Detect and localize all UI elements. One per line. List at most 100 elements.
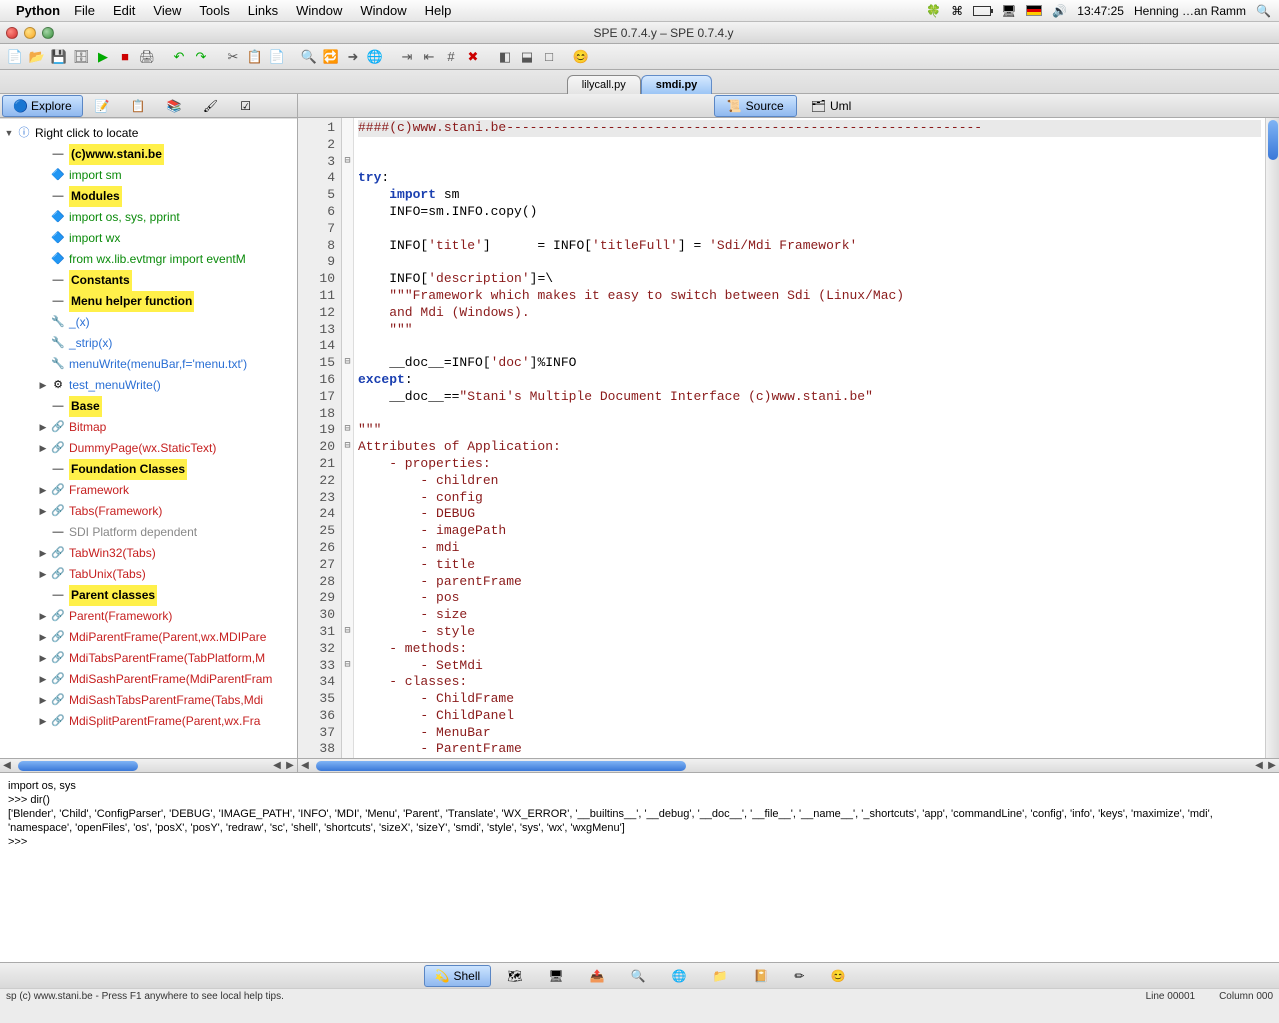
tree-item[interactable]: —Base (2, 396, 295, 417)
uncomment-icon[interactable]: ✖ (464, 48, 482, 66)
tree-item[interactable]: —Foundation Classes (2, 459, 295, 480)
shell-tab[interactable]: 💫 Shell (424, 965, 492, 987)
tree-item[interactable]: ▶🔗MdiSplitParentFrame(Parent,wx.Fra (2, 711, 295, 732)
tree-item[interactable]: ▶🔗TabUnix(Tabs) (2, 564, 295, 585)
disclosure-triangle-icon[interactable]: ▼ (2, 123, 16, 144)
window-minimize-button[interactable] (24, 27, 36, 39)
file-tab-lilycall[interactable]: lilycall.py (567, 75, 641, 94)
tree-item[interactable]: ▶🔗Parent(Framework) (2, 606, 295, 627)
run-icon[interactable]: ▶ (94, 48, 112, 66)
outline-tree[interactable]: ▼ ⓘ Right click to locate —(c)www.stani.… (0, 118, 297, 758)
disclosure-triangle-icon[interactable]: ▶ (36, 417, 50, 438)
disclosure-triangle-icon[interactable]: ▶ (36, 480, 50, 501)
left-tb-todo-icon[interactable]: 📋 (121, 96, 155, 116)
browser-tab-icon[interactable]: 🌐 (662, 966, 697, 986)
tree-item[interactable]: ▶🔗Framework (2, 480, 295, 501)
left-tb-browse-icon[interactable]: 🖌 (193, 96, 227, 116)
disclosure-triangle-icon[interactable]: ▶ (36, 606, 50, 627)
console[interactable]: import os, sys>>> dir()['Blender', 'Chil… (0, 772, 1279, 962)
tree-item[interactable]: 🔧_strip(x) (2, 333, 295, 354)
editor-hscrollbar[interactable]: ◀ ◀ ▶ (298, 758, 1279, 772)
menu-file[interactable]: File (74, 3, 95, 18)
tree-root[interactable]: ▼ ⓘ Right click to locate (2, 123, 295, 144)
undo-icon[interactable]: ↶ (170, 48, 188, 66)
script-menu-icon[interactable]: ⌘ (951, 4, 963, 18)
scroll-right2-icon[interactable]: ▶ (1266, 760, 1278, 772)
menu-links[interactable]: Links (248, 3, 278, 18)
app-name[interactable]: Python (16, 3, 60, 18)
notes-tab-icon[interactable]: ✏ (784, 966, 814, 986)
leaf-menu-icon[interactable]: 🍀 (926, 4, 941, 18)
output-icon[interactable]: 📤 (580, 966, 615, 986)
paste-icon[interactable]: 📄 (268, 48, 286, 66)
split-v-icon[interactable]: ⬓ (518, 48, 536, 66)
uml-tab[interactable]: 🗂 Uml (799, 96, 864, 116)
tree-item[interactable]: ▶🔗MdiSashParentFrame(MdiParentFram (2, 669, 295, 690)
find-tab-icon[interactable]: 🔍 (621, 966, 656, 986)
disclosure-triangle-icon[interactable]: ▶ (36, 627, 50, 648)
menu-view[interactable]: View (153, 3, 181, 18)
tree-item[interactable]: —Constants (2, 270, 295, 291)
tree-item[interactable]: ▶🔗Tabs(Framework) (2, 501, 295, 522)
disclosure-triangle-icon[interactable]: ▶ (36, 501, 50, 522)
tree-item[interactable]: ▶🔗MdiParentFrame(Parent,wx.MDIPare (2, 627, 295, 648)
disclosure-triangle-icon[interactable]: ▶ (36, 648, 50, 669)
source-tab[interactable]: 📜 Source (714, 95, 797, 117)
display-menu-icon[interactable]: 🖥 (1001, 4, 1016, 18)
tree-item[interactable]: 🔷import sm (2, 165, 295, 186)
menu-edit[interactable]: Edit (113, 3, 135, 18)
tree-item[interactable]: —Modules (2, 186, 295, 207)
tree-item[interactable]: 🔧_(x) (2, 312, 295, 333)
save-all-icon[interactable]: 🗄 (72, 48, 90, 66)
disclosure-triangle-icon[interactable]: ▶ (36, 690, 50, 711)
user-name[interactable]: Henning …an Ramm (1134, 4, 1246, 18)
tree-item[interactable]: —Menu helper function (2, 291, 295, 312)
menu-window-2[interactable]: Window (360, 3, 406, 18)
editor-vscrollbar[interactable] (1265, 118, 1279, 758)
spotlight-icon[interactable]: 🔍 (1256, 4, 1271, 18)
code-area[interactable]: ####(c)www.stani.be---------------------… (354, 118, 1265, 758)
fold-column[interactable]: ⊟ ⊟ ⊟ ⊟ ⊟ ⊟ (342, 118, 354, 758)
tree-item[interactable]: 🔧menuWrite(menuBar,f='menu.txt') (2, 354, 295, 375)
battery-icon[interactable] (973, 6, 991, 16)
menu-window-1[interactable]: Window (296, 3, 342, 18)
session-icon[interactable]: 🖥 (538, 966, 573, 986)
disclosure-triangle-icon[interactable]: ▶ (36, 564, 50, 585)
disclosure-triangle-icon[interactable]: ▶ (36, 711, 50, 732)
split-h-icon[interactable]: ◧ (496, 48, 514, 66)
tree-item[interactable]: 🔷from wx.lib.evtmgr import eventM (2, 249, 295, 270)
tree-item[interactable]: —Parent classes (2, 585, 295, 606)
replace-icon[interactable]: 🔁 (322, 48, 340, 66)
tree-item[interactable]: —(c)www.stani.be (2, 144, 295, 165)
unsplit-icon[interactable]: □ (540, 48, 558, 66)
new-file-icon[interactable]: 📄 (6, 48, 24, 66)
menu-help[interactable]: Help (425, 3, 452, 18)
file-tab-smdi[interactable]: smdi.py (641, 75, 713, 94)
tree-item[interactable]: ▶🔗TabWin32(Tabs) (2, 543, 295, 564)
comment-icon[interactable]: # (442, 48, 460, 66)
left-tb-index-icon[interactable]: 📚 (157, 96, 191, 116)
todo-tab-icon[interactable]: 📔 (743, 966, 778, 986)
tree-item[interactable]: ▶🔗Bitmap (2, 417, 295, 438)
cut-icon[interactable]: ✂ (224, 48, 242, 66)
recent-tab-icon[interactable]: 📁 (703, 966, 738, 986)
tree-item[interactable]: 🔷import wx (2, 228, 295, 249)
donate-tab-icon[interactable]: 😊 (820, 966, 855, 986)
input-flag-icon[interactable] (1026, 5, 1042, 16)
save-icon[interactable]: 💾 (50, 48, 68, 66)
goto-icon[interactable]: ➜ (344, 48, 362, 66)
tree-item[interactable]: 🔷import os, sys, pprint (2, 207, 295, 228)
menu-tools[interactable]: Tools (199, 3, 229, 18)
scroll-right-icon[interactable]: ◀ (1253, 760, 1265, 772)
browse-icon[interactable]: 🌐 (366, 48, 384, 66)
tree-item[interactable]: ▶🔗MdiSashTabsParentFrame(Tabs,Mdi (2, 690, 295, 711)
window-close-button[interactable] (6, 27, 18, 39)
scroll-left-icon[interactable]: ◀ (1, 760, 13, 772)
disclosure-triangle-icon[interactable]: ▶ (36, 669, 50, 690)
print-icon[interactable]: 🖨 (138, 48, 156, 66)
scroll-right2-icon[interactable]: ▶ (284, 760, 296, 772)
left-tb-notes-icon[interactable]: 📝 (85, 96, 119, 116)
code-editor[interactable]: 1 2 3 4 5 6 7 8 9 10 11 12 13 14 15 16 1… (298, 118, 1279, 758)
copy-icon[interactable]: 📋 (246, 48, 264, 66)
volume-icon[interactable]: 🔊 (1052, 4, 1067, 18)
